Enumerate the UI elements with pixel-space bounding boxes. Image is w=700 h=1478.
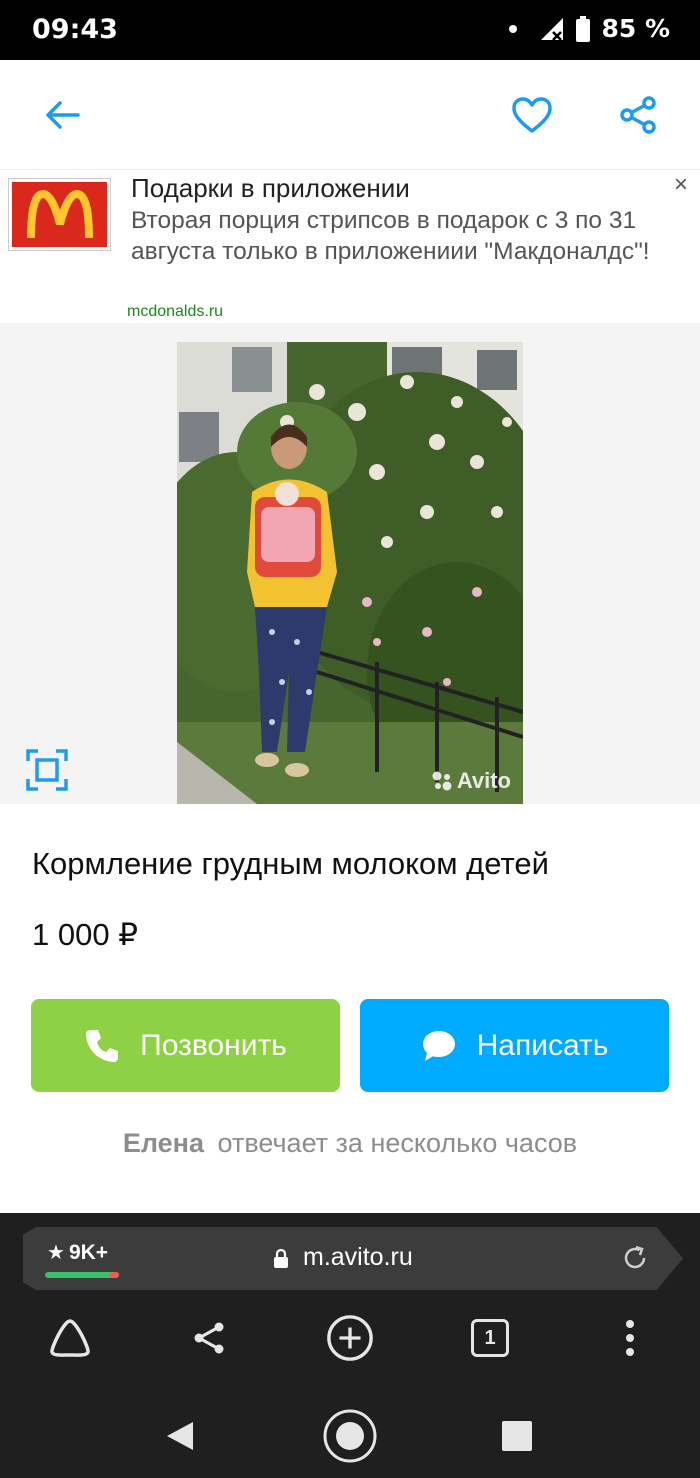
seller-name[interactable]: Елена: [123, 1128, 204, 1158]
alice-icon: [50, 1319, 90, 1357]
reload-icon: [624, 1245, 646, 1269]
browser-nav: 1: [0, 1313, 700, 1373]
ad-title: Подарки в приложении: [131, 173, 410, 203]
browser-menu-button[interactable]: [606, 1313, 654, 1363]
share-button[interactable]: [616, 93, 660, 137]
listing-price: 1 000 ₽: [32, 917, 138, 952]
battery-percent: 85 %: [601, 14, 670, 43]
notification-dot-icon: [509, 24, 518, 33]
system-home-button[interactable]: [320, 1406, 380, 1466]
watermark-text: Avito: [456, 768, 511, 793]
ad-domain[interactable]: mcdonalds.ru: [127, 303, 223, 321]
tabs-count-icon: 1: [471, 1319, 509, 1357]
app-bar: [0, 60, 700, 170]
system-back-button[interactable]: [150, 1406, 210, 1466]
square-recents-icon: [502, 1421, 532, 1451]
back-button[interactable]: [40, 93, 84, 137]
seller-response-time: отвечает за несколько часов: [217, 1128, 578, 1158]
tabs-button[interactable]: 1: [466, 1313, 514, 1363]
site-rating[interactable]: ★ 9K+: [47, 1240, 108, 1265]
rating-value: 9K+: [68, 1240, 109, 1264]
ad-text: Вторая порция стрипсов в подарок с 3 по …: [131, 207, 650, 265]
alice-assistant-button[interactable]: [46, 1313, 94, 1363]
status-time: 09:43: [32, 14, 118, 45]
new-tab-button[interactable]: [326, 1313, 374, 1363]
url-display[interactable]: m.avito.ru: [273, 1243, 413, 1272]
triangle-back-icon: [167, 1422, 193, 1450]
seller-info: Елена отвечает за несколько часов: [0, 1128, 700, 1159]
ad-banner[interactable]: Подарки в приложении Вторая порция стрип…: [0, 171, 700, 323]
reload-button[interactable]: [621, 1244, 649, 1272]
rating-bar: [45, 1272, 119, 1278]
tabs-count: 1: [484, 1326, 496, 1349]
more-vertical-icon: [626, 1320, 634, 1356]
address-bar[interactable]: ★ 9K+ m.avito.ru: [23, 1227, 683, 1290]
system-recents-button[interactable]: [487, 1406, 547, 1466]
share-icon: [620, 96, 656, 134]
favorite-button[interactable]: [510, 93, 554, 137]
write-button-label: Написать: [476, 1028, 609, 1062]
write-button[interactable]: Написать: [360, 999, 669, 1092]
share-icon: [194, 1322, 224, 1354]
golden-arches-icon: [26, 189, 93, 238]
browser-toolbar: ★ 9K+ m.avito.ru 1: [0, 1213, 700, 1396]
star-icon: ★: [47, 1242, 65, 1264]
home-circle-icon: [323, 1409, 377, 1463]
arrow-back-icon: [46, 101, 80, 129]
system-navigation-bar: [0, 1396, 700, 1478]
chat-bubble-icon: [422, 1030, 455, 1061]
lock-icon: [274, 1248, 288, 1268]
plus-circle-icon: [327, 1315, 373, 1361]
listing-photo[interactable]: Avito: [177, 342, 523, 804]
photo-watermark: Avito: [431, 768, 511, 794]
call-button-label: Позвонить: [140, 1028, 287, 1062]
listing-title: Кормление грудным молоком детей: [32, 846, 549, 881]
ad-close-button[interactable]: ×: [674, 173, 688, 197]
photo-illustration: [177, 342, 523, 804]
url-text: m.avito.ru: [303, 1243, 413, 1271]
browser-share-button[interactable]: [185, 1313, 233, 1363]
avito-logo-icon: [432, 771, 452, 791]
battery-icon: [576, 15, 591, 42]
heart-icon: [512, 97, 552, 133]
status-indicators: 85 %: [509, 14, 670, 43]
mcdonalds-logo: [8, 178, 111, 251]
call-button[interactable]: Позвонить: [31, 999, 340, 1092]
fullscreen-icon: [26, 749, 68, 791]
status-bar: 09:43 85 %: [0, 0, 700, 60]
phone-icon: [86, 1029, 119, 1062]
photo-gallery[interactable]: Avito: [0, 323, 700, 804]
signal-icon: [541, 17, 564, 41]
fullscreen-button[interactable]: [26, 749, 68, 791]
